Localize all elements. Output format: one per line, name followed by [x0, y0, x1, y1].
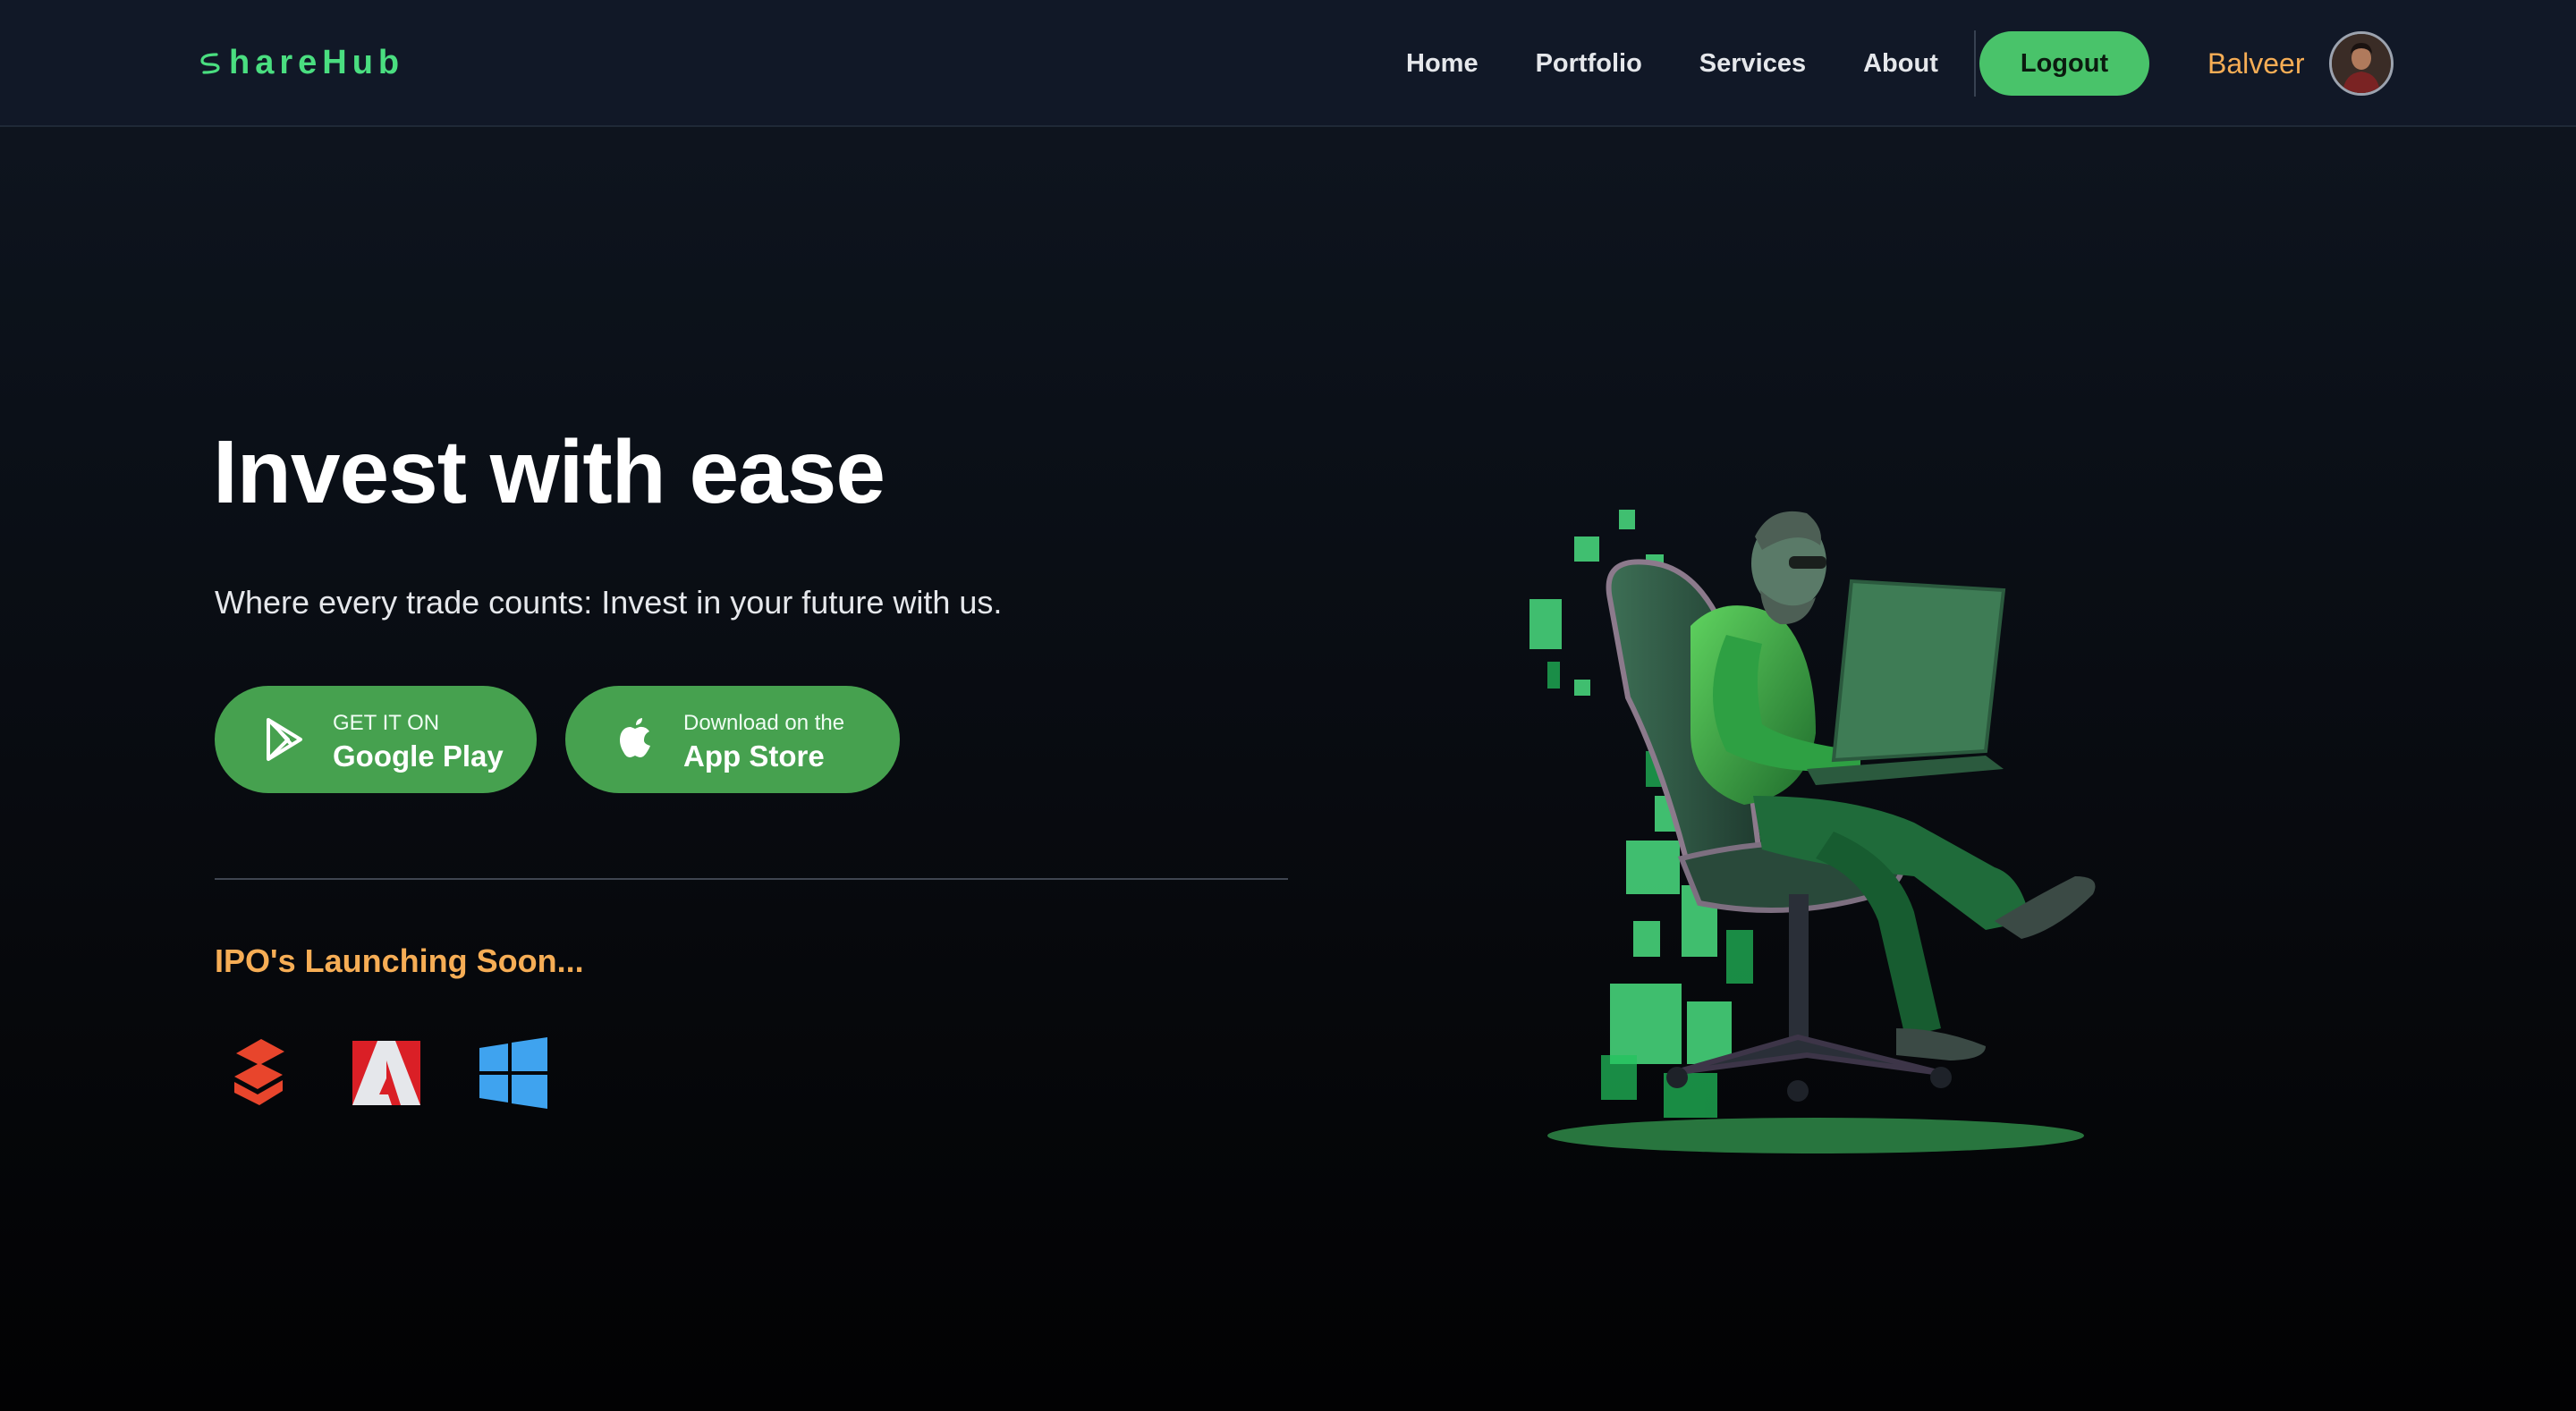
nav-link-portfolio[interactable]: Portfolio [1507, 49, 1671, 79]
nav-link-home[interactable]: Home [1377, 49, 1507, 79]
brand-name: hareHub [229, 43, 405, 81]
adobe-logo-icon[interactable] [349, 1035, 424, 1111]
user-avatar[interactable] [2329, 31, 2394, 96]
google-play-button[interactable]: GET IT ON Google Play [215, 686, 537, 793]
nav-link-about[interactable]: About [1835, 49, 1967, 79]
windows-logo-icon[interactable] [476, 1035, 551, 1111]
main-nav: Home Portfolio Services About [1377, 0, 1976, 127]
google-play-icon [267, 718, 302, 761]
top-navbar: hareHub Home Portfolio Services About Lo… [0, 0, 2576, 127]
hero-divider [215, 878, 1288, 880]
avatar-portrait-icon [2332, 34, 2391, 93]
app-store-big-label: App Store [683, 739, 825, 773]
hero-title: Invest with ease [213, 422, 886, 522]
brand-s-mark-icon [200, 53, 220, 74]
app-store-small-label: Download on the [683, 711, 845, 735]
hero-illustration [1530, 510, 2096, 1153]
hero-subtitle: Where every trade counts: Invest in your… [215, 584, 1003, 621]
brand-logo[interactable]: hareHub [197, 39, 404, 86]
ipo-heading: IPO's Launching Soon... [215, 942, 584, 979]
logout-button[interactable]: Logout [1979, 31, 2149, 96]
nav-divider [1973, 30, 1976, 97]
apple-icon [620, 718, 650, 757]
google-play-big-label: Google Play [333, 739, 504, 773]
nav-link-services[interactable]: Services [1671, 49, 1835, 79]
username-label[interactable]: Balveer [2207, 45, 2305, 82]
google-play-small-label: GET IT ON [333, 711, 440, 735]
app-store-button[interactable]: Download on the App Store [565, 686, 900, 793]
suzuki-logo-icon[interactable] [222, 1035, 297, 1111]
